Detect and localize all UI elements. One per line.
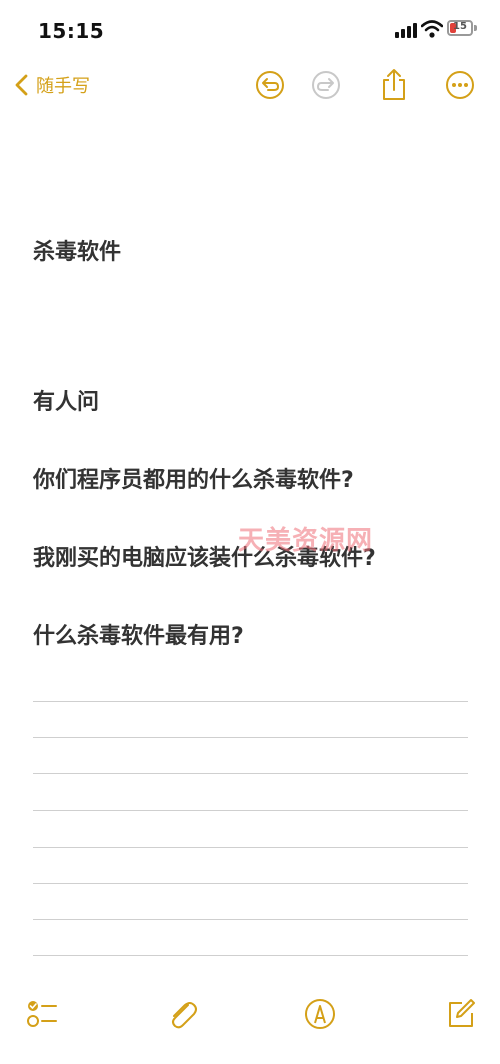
wifi-icon [421,20,443,38]
markup-pen-icon[interactable] [302,996,338,1032]
paperclip-icon[interactable] [164,996,200,1032]
compose-icon[interactable] [442,996,478,1032]
checklist-icon[interactable] [24,996,60,1032]
ruled-line [33,847,468,848]
ruled-line [33,919,468,920]
ruled-line [33,737,468,738]
redo-icon[interactable] [309,68,343,102]
note-line[interactable]: 你们程序员都用的什么杀毒软件? [33,462,354,494]
ruled-line [33,955,468,956]
back-label: 随手写 [36,76,90,97]
status-bar: 15:15 15 [0,0,500,60]
nav-bar: 随手写 [0,60,500,110]
note-title[interactable]: 杀毒软件 [33,234,121,266]
cellular-signal-icon [395,22,417,38]
battery-percentage: 15 [453,21,467,32]
watermark: 天美资源网 [238,526,374,556]
more-icon[interactable] [443,68,477,102]
share-icon[interactable] [377,68,411,102]
ruled-line [33,883,468,884]
status-time: 15:15 [38,19,105,43]
note-line[interactable]: 什么杀毒软件最有用? [33,618,244,650]
ruled-line [33,810,468,811]
back-button[interactable]: 随手写 [14,70,90,100]
ruled-line [33,773,468,774]
note-line[interactable]: 有人问 [33,384,99,416]
battery-tip [474,25,477,31]
ruled-line [33,701,468,702]
battery-icon: 15 [447,20,473,36]
undo-icon[interactable] [253,68,287,102]
chevron-left-icon [15,74,28,96]
